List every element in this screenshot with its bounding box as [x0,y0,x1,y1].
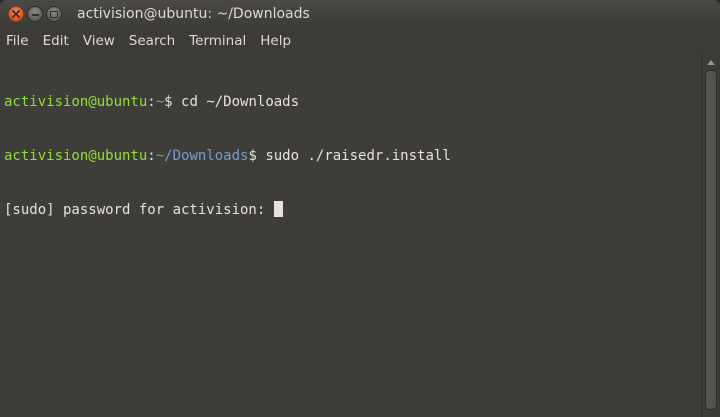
terminal-line-1: activision@ubuntu:~$ cd ~/Downloads [4,93,451,111]
scroll-thumb[interactable] [705,70,717,410]
prompt-symbol: $ [164,94,182,110]
prompt-separator: : [147,148,156,164]
menu-file[interactable]: File [0,28,36,54]
prompt-user: activision@ubuntu [4,148,148,164]
minimize-icon [31,14,39,16]
menu-search[interactable]: Search [122,28,182,54]
vertical-scrollbar[interactable] [701,54,720,417]
prompt-symbol: $ [248,148,266,164]
menu-edit[interactable]: Edit [36,28,76,54]
title-bar[interactable]: activision@ubuntu: ~/Downloads [0,0,720,28]
terminal-lines: activision@ubuntu:~$ cd ~/Downloads acti… [4,57,451,255]
prompt-user: activision@ubuntu [4,94,148,110]
close-icon [12,10,20,18]
window-title: activision@ubuntu: ~/Downloads [77,6,310,22]
command-text: sudo ./raisedr.install [265,148,451,164]
password-prompt: [sudo] password for activision: [4,202,274,218]
terminal-output[interactable]: activision@ubuntu:~$ cd ~/Downloads acti… [0,54,701,417]
window-controls [8,6,62,22]
terminal-window: activision@ubuntu: ~/Downloads File Edit… [0,0,720,417]
menu-help[interactable]: Help [253,28,298,54]
menu-terminal[interactable]: Terminal [182,28,253,54]
scroll-up-arrow-icon[interactable] [707,60,715,65]
terminal-line-3: [sudo] password for activision: [4,201,451,219]
maximize-button[interactable] [46,6,62,22]
close-button[interactable] [8,6,24,22]
command-text: cd ~/Downloads [181,94,300,110]
terminal-line-2: activision@ubuntu:~/Downloads$ sudo ./ra… [4,147,451,165]
prompt-path: ~ [155,94,165,110]
minimize-button[interactable] [27,6,43,22]
prompt-path: ~/Downloads [155,148,249,164]
prompt-separator: : [147,94,156,110]
menu-view[interactable]: View [76,28,122,54]
menu-bar: File Edit View Search Terminal Help [0,28,720,54]
text-cursor[interactable] [273,201,283,217]
maximize-icon [50,10,58,18]
